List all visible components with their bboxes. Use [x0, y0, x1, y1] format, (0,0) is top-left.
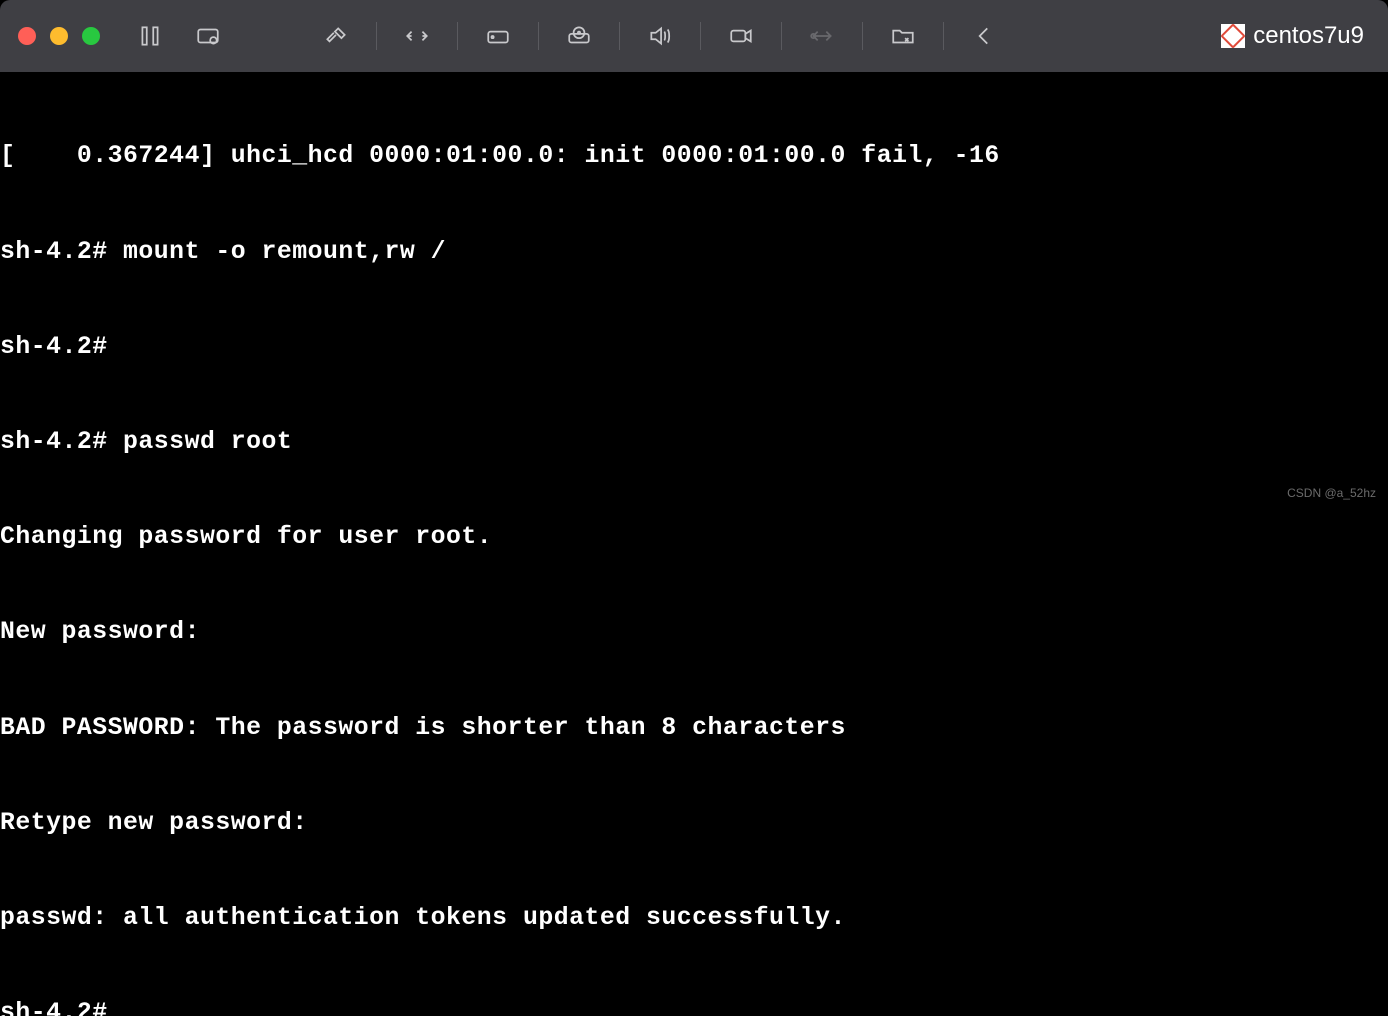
window-titlebar: centos7u9 — [0, 0, 1388, 72]
resize-icon[interactable] — [393, 12, 441, 60]
vm-title: centos7u9 — [1221, 22, 1370, 50]
terminal-line: passwd: all authentication tokens update… — [0, 903, 1388, 935]
separator — [781, 22, 782, 50]
terminal-line: BAD PASSWORD: The password is shorter th… — [0, 713, 1388, 745]
terminal-line: sh-4.2# — [0, 332, 1388, 364]
camera-icon[interactable] — [717, 12, 765, 60]
separator — [376, 22, 377, 50]
window-controls — [18, 27, 100, 45]
terminal-line: New password: — [0, 617, 1388, 649]
maximize-button[interactable] — [82, 27, 100, 45]
pause-button[interactable] — [126, 12, 174, 60]
terminal-line: sh-4.2# — [0, 998, 1388, 1016]
separator — [943, 22, 944, 50]
toolbar-left — [126, 12, 232, 60]
usb-icon[interactable] — [798, 12, 846, 60]
watermark: CSDN @a_52hz — [1287, 486, 1376, 500]
terminal-output[interactable]: [ 0.367244] uhci_hcd 0000:01:00.0: init … — [0, 72, 1388, 1016]
shared-folder-icon[interactable] — [879, 12, 927, 60]
terminal-line: sh-4.2# passwd root — [0, 427, 1388, 459]
back-icon[interactable] — [960, 12, 1008, 60]
audio-icon[interactable] — [636, 12, 684, 60]
minimize-button[interactable] — [50, 27, 68, 45]
vm-name-label: centos7u9 — [1253, 22, 1364, 50]
separator — [862, 22, 863, 50]
optical-disk-icon[interactable] — [555, 12, 603, 60]
terminal-line: Retype new password: — [0, 808, 1388, 840]
close-button[interactable] — [18, 27, 36, 45]
toolbar-center — [312, 12, 1008, 60]
settings-icon[interactable] — [312, 12, 360, 60]
separator — [619, 22, 620, 50]
disk-icon[interactable] — [474, 12, 522, 60]
separator — [538, 22, 539, 50]
separator — [457, 22, 458, 50]
terminal-line: Changing password for user root. — [0, 522, 1388, 554]
separator — [700, 22, 701, 50]
vm-os-icon — [1221, 24, 1245, 48]
snapshot-button[interactable] — [184, 12, 232, 60]
terminal-line: sh-4.2# mount -o remount,rw / — [0, 237, 1388, 269]
terminal-line: [ 0.367244] uhci_hcd 0000:01:00.0: init … — [0, 141, 1388, 173]
